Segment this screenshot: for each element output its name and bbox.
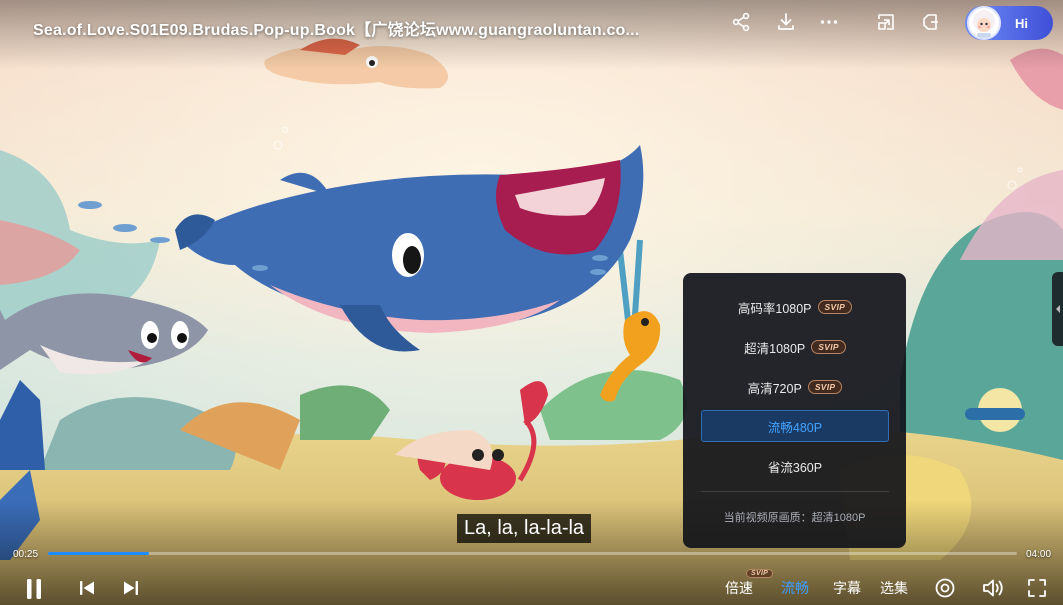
mini-window-button[interactable] (919, 10, 943, 34)
menu-divider (701, 491, 889, 492)
video-title: Sea.of.Love.S01E09.Brudas.Pop-up.Book【广饶… (33, 22, 640, 39)
pause-button[interactable] (22, 577, 46, 601)
avatar (967, 6, 1001, 40)
video-player[interactable]: Sea.of.Love.S01E09.Brudas.Pop-up.Book【广饶… (0, 0, 1063, 605)
svip-badge: SVIP (807, 380, 843, 394)
volume-icon (983, 579, 1003, 597)
quality-option-720p[interactable]: 高清720P SVIP (701, 371, 889, 403)
speed-button[interactable]: 倍速 (725, 578, 753, 598)
duration: 04:00 (1026, 549, 1052, 560)
subtitle-button[interactable]: 字幕 (833, 578, 861, 598)
share-icon (732, 12, 750, 32)
speed-svip-badge: SVIP (746, 569, 774, 578)
download-icon (778, 13, 794, 30)
danmaku-settings-button[interactable] (933, 576, 957, 600)
more-button[interactable] (817, 10, 841, 34)
share-button[interactable] (729, 10, 753, 34)
side-panel-toggle[interactable] (1052, 272, 1063, 346)
progress-bar[interactable] (48, 552, 1017, 555)
episodes-button[interactable]: 选集 (880, 578, 908, 598)
quality-option-label: 省流360P (767, 460, 823, 475)
progress-fill (48, 552, 149, 555)
fullscreen-button[interactable] (1025, 576, 1049, 600)
quality-option-high-bitrate-1080p[interactable]: 高码率1080P SVIP (701, 291, 889, 323)
quality-option-1080p[interactable]: 超清1080P SVIP (701, 331, 889, 363)
quality-option-label: 高清720P (747, 381, 802, 396)
quality-menu: 高码率1080P SVIP 超清1080P SVIP 高清720P SVIP 流… (683, 273, 906, 548)
quality-option-label: 流畅480P (767, 420, 823, 435)
subtitle-caption: La, la, la-la-la (457, 514, 592, 543)
svip-badge: SVIP (817, 300, 853, 314)
quality-option-480p[interactable]: 流畅480P (701, 410, 889, 442)
picture-in-picture-icon (878, 14, 894, 30)
volume-button[interactable] (980, 576, 1006, 600)
quality-option-label: 高码率1080P (737, 301, 812, 316)
next-button[interactable] (121, 578, 141, 598)
quality-option-label: 超清1080P (744, 341, 806, 356)
skip-next-icon (124, 581, 138, 595)
download-button[interactable] (774, 10, 798, 34)
more-icon (820, 20, 838, 24)
user-avatar-button[interactable]: Hi (965, 6, 1053, 40)
fullscreen-icon (1028, 579, 1046, 597)
quality-option-360p[interactable]: 省流360P (701, 450, 889, 482)
skip-previous-icon (80, 581, 94, 595)
original-quality-note: 当前视频原画质：超清1080P (723, 512, 866, 524)
target-icon (935, 578, 955, 598)
picture-in-picture-button[interactable] (874, 10, 898, 34)
pause-icon (27, 579, 41, 599)
previous-button[interactable] (77, 578, 97, 598)
current-time: 00:25 (13, 549, 39, 560)
quality-button[interactable]: 流畅 (781, 578, 809, 598)
user-greeting: Hi (1015, 15, 1028, 31)
mini-window-icon (923, 14, 938, 30)
svip-badge: SVIP (811, 340, 846, 354)
